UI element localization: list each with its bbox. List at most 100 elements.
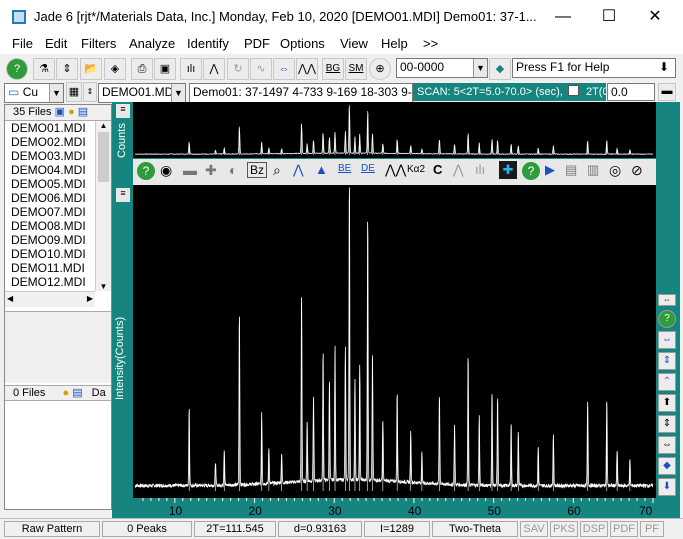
spin-icon[interactable]: ⇕ [83,82,97,102]
arrows-icon[interactable]: ⇔ [273,58,295,80]
help-icon[interactable]: ? [658,310,676,328]
file-item[interactable]: DEMO12.MDI [11,275,86,289]
menu-filters[interactable]: Filters [81,36,116,51]
arrow-down-icon[interactable]: ⬇ [658,478,676,496]
scale-icon[interactable]: ⇔ [658,294,676,306]
file-scrollbar[interactable]: ▲ ▼ [95,121,111,291]
file-item[interactable]: DEMO10.MDI [11,247,86,261]
arrow-updown-icon[interactable]: ⇕ [658,415,676,433]
view-icon[interactable]: ▣ [55,106,65,118]
shift-icon[interactable]: ◆ [658,457,676,475]
bar-icon[interactable]: ▥ [587,162,599,178]
overview-strip[interactable] [133,102,656,158]
calculator-icon[interactable]: ▦ [66,82,82,102]
file-item[interactable]: DEMO05.MDI [11,177,86,191]
folder-icon[interactable]: ● [62,387,69,399]
file-item[interactable]: DEMO01.MDI [11,121,86,135]
chevron-down-icon[interactable]: ▼ [49,84,63,102]
open-icon[interactable]: ▤ [72,387,82,399]
expand-v-icon[interactable]: ⇕ [658,352,676,370]
folder-icon[interactable]: ● [68,106,75,118]
overlay-icon[interactable]: ⋀⋀ [296,58,318,80]
pdf-number-combo[interactable]: 00-0000 ▼ [396,58,488,78]
menu-file[interactable]: File [12,36,33,51]
down-arrow-icon[interactable]: ⬇ [659,60,669,74]
overlay-stack-icon[interactable]: ▤ [565,162,577,178]
scale-up-icon[interactable]: ⌃ [658,373,676,391]
plus-icon[interactable]: ✚ [205,162,217,179]
scroll-thumb[interactable] [98,132,109,182]
help-icon[interactable]: ? [137,162,155,180]
main-panel-toggle-icon[interactable]: ≡ [116,188,130,202]
file-item[interactable]: DEMO03.MDI [11,149,86,163]
help-icon[interactable]: ? [6,58,28,80]
file-item[interactable]: DEMO02.MDI [11,135,86,149]
open-icon[interactable]: ▤ [78,106,88,118]
minimize-button[interactable]: — [540,0,586,34]
refresh-icon[interactable]: ↻ [227,58,249,80]
file-item[interactable]: DEMO08.MDI [11,219,86,233]
peak-icon[interactable]: ⋀ [203,58,225,80]
menu-identify[interactable]: Identify [187,36,229,51]
scroll-right-icon[interactable]: ▶ [87,294,93,303]
arrow-up-icon[interactable]: ⬆ [658,394,676,412]
expand-h-icon[interactable]: ⇔ [658,331,676,349]
cancel-icon[interactable]: ⊘ [631,162,643,179]
filter-icon[interactable]: ⚗ [33,58,55,80]
fill-peak-icon[interactable]: ▲ [315,162,328,177]
file-item[interactable]: DEMO04.MDI [11,163,86,177]
menu-help[interactable]: Help [381,36,408,51]
up-down-icon[interactable]: ⇕ [56,58,78,80]
file-item[interactable]: DEMO06.MDI [11,191,86,205]
erase-icon[interactable]: ◈ [104,58,126,80]
scroll-up-icon[interactable]: ▲ [96,121,111,130]
file-item[interactable]: DEMO07.MDI [11,205,86,219]
maximize-button[interactable]: ☐ [586,0,632,34]
chevron-down-icon[interactable]: ▼ [473,59,487,77]
file-item[interactable]: DEMO11.MDI [11,261,85,275]
arrow-leftright-icon[interactable]: ⇔ [658,436,676,454]
disk-icon[interactable]: ◎ [609,162,621,179]
triangle-icon[interactable]: ▶ [545,162,555,178]
print-icon[interactable]: ⎙ [131,58,153,80]
menu-options[interactable]: Options [280,36,325,51]
bg-icon[interactable]: BG [322,58,344,80]
peak-find-icon[interactable]: ⋀ [293,162,304,178]
zoom-select-icon[interactable]: Bz [247,162,268,178]
menu-more[interactable]: >> [423,36,438,51]
marker-icon[interactable]: ⋀ [453,162,464,178]
twotheta-checkbox[interactable] [567,85,579,96]
menu-edit[interactable]: Edit [45,36,67,51]
flip-icon[interactable]: ◐ [229,162,237,178]
save-icon[interactable]: ▣ [154,58,176,80]
c-icon[interactable]: C [433,162,442,177]
open-folder-icon[interactable]: 📂 [80,58,102,80]
scroll-down-icon[interactable]: ▼ [96,282,111,291]
bars-icon[interactable]: ılı [475,162,485,177]
grid-icon[interactable]: ✚ [499,161,517,179]
file-hscrollbar[interactable]: ◀ ▶ [5,291,95,307]
close-button[interactable]: ✕ [632,0,678,34]
twotheta-offset-field[interactable]: 0.0 [607,83,655,101]
diffraction-plot[interactable] [133,185,656,498]
anode-combo[interactable]: ▭ Cu ▼ [4,83,64,103]
bar-pattern-icon[interactable]: ılı [180,58,202,80]
phase-list-field[interactable]: Demo01: 37-1497 4-733 9-169 18-303 9-77 [189,83,413,103]
globe-icon[interactable]: ⊕ [369,58,391,80]
diamond-icon[interactable]: ◆ [489,58,511,80]
smooth-icon[interactable]: ∿ [250,58,272,80]
overlay-icon[interactable]: ⋀⋀ [385,162,406,178]
help-icon[interactable]: ? [522,162,540,180]
be-icon[interactable]: BE [338,163,351,174]
file-item[interactable]: DEMO09.MDI [11,233,86,247]
sm-icon[interactable]: SM [345,58,367,80]
minus-icon[interactable]: ▬ [183,162,197,178]
menu-analyze[interactable]: Analyze [129,36,175,51]
ka2-icon[interactable]: Kα2 [407,164,425,175]
list-icon[interactable]: ▬ [658,83,676,101]
scroll-left-icon[interactable]: ◀ [7,294,13,303]
magnifier-icon[interactable]: ⌕ [273,162,281,179]
chevron-down-icon[interactable]: ▼ [171,84,185,102]
de-icon[interactable]: DE [361,163,375,174]
top-panel-toggle-icon[interactable]: ≡ [116,104,130,118]
